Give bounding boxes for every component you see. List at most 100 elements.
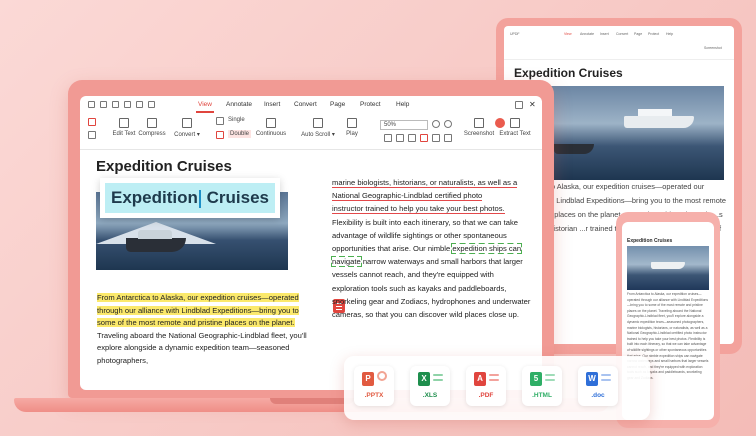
crop-icon[interactable] bbox=[432, 134, 440, 142]
format-label: .PPTX bbox=[364, 392, 384, 399]
text-cursor bbox=[198, 189, 201, 208]
format-pdf[interactable]: A .PDF bbox=[466, 366, 506, 406]
paragraph-rest: Traveling aboard the National Geographic… bbox=[97, 330, 307, 365]
zoom-out-icon[interactable] bbox=[432, 120, 440, 128]
single-page-icon bbox=[216, 117, 224, 125]
format-label: .XLS bbox=[422, 392, 438, 399]
tablet-menu-help[interactable]: Help bbox=[666, 32, 673, 36]
xls-line bbox=[433, 379, 443, 381]
underline-line-2: National Geographic-Lindblad certified p… bbox=[332, 191, 483, 202]
right-column-text[interactable]: marine biologists, historians, or natura… bbox=[330, 176, 532, 321]
menu-page[interactable]: Page bbox=[330, 101, 345, 108]
convert-icon bbox=[182, 118, 192, 128]
maximize-icon[interactable] bbox=[515, 101, 523, 109]
underline-line-1: marine biologists, historians, or natura… bbox=[332, 178, 518, 188]
tablet-menu-protect[interactable]: Protect bbox=[648, 32, 659, 36]
doc-icon: W bbox=[586, 372, 598, 386]
title-edit-box[interactable]: Expedition Cruises bbox=[105, 183, 275, 213]
laptop-screen: View Annotate Insert Convert Page Protec… bbox=[80, 96, 542, 390]
rotate-icon[interactable] bbox=[420, 134, 428, 142]
edit-text-icon bbox=[119, 118, 129, 128]
format-label: .doc bbox=[591, 392, 605, 399]
undo-icon[interactable] bbox=[136, 101, 143, 108]
highlight-line-3: some of the most remote and pristine pla… bbox=[97, 318, 295, 327]
tablet-menu-page[interactable]: Page bbox=[634, 32, 642, 36]
html-icon: 5 bbox=[530, 372, 542, 386]
convert-button[interactable]: Convert ▾ bbox=[170, 114, 204, 138]
play-icon bbox=[347, 118, 357, 128]
continuous-icon bbox=[266, 118, 276, 128]
pdf-line bbox=[489, 374, 499, 376]
screenshot-icon bbox=[474, 118, 484, 128]
zoom-select[interactable]: 50% bbox=[380, 120, 428, 130]
pptx-icon: P bbox=[362, 372, 374, 386]
present-icon[interactable] bbox=[444, 134, 452, 142]
menu-view[interactable]: View bbox=[196, 101, 214, 113]
menu-insert[interactable]: Insert bbox=[264, 101, 280, 108]
phone-doc-title: Expedition Cruises bbox=[627, 238, 673, 244]
fit-width-icon[interactable] bbox=[396, 134, 404, 142]
continuous-button[interactable]: Continuous bbox=[254, 114, 288, 137]
format-pptx[interactable]: P .PPTX bbox=[354, 366, 394, 406]
menu-help[interactable]: Help bbox=[396, 101, 409, 108]
html-line bbox=[545, 379, 555, 381]
quick-access-icons bbox=[88, 101, 155, 108]
laptop-notch bbox=[270, 398, 354, 404]
menu-annotate[interactable]: Annotate bbox=[226, 101, 252, 108]
edit-text-button[interactable]: Edit Text bbox=[112, 114, 136, 137]
screenshot-button[interactable]: Screenshot bbox=[462, 114, 496, 137]
format-xls[interactable]: X .XLS bbox=[410, 366, 450, 406]
tablet-menu-insert[interactable]: Insert bbox=[600, 32, 609, 36]
doc-line bbox=[601, 374, 611, 376]
pdf-line bbox=[489, 379, 499, 381]
compress-button[interactable]: Compress bbox=[138, 114, 166, 137]
print-icon[interactable] bbox=[112, 101, 119, 108]
select-cursor-icon[interactable] bbox=[88, 118, 96, 126]
tablet-menu-view[interactable]: View bbox=[564, 32, 572, 36]
play-button[interactable]: Play bbox=[342, 114, 362, 137]
auto-scroll-button[interactable]: Auto Scroll ▾ bbox=[298, 114, 338, 138]
menu-bar: View Annotate Insert Convert Page Protec… bbox=[80, 96, 542, 114]
tablet-menu-convert[interactable]: Convert bbox=[616, 32, 628, 36]
highlight-line-2: through our alliance with Lindblad Exped… bbox=[97, 305, 299, 315]
ribbon-toolbar: Edit Text Compress Convert ▾ Single Doub… bbox=[80, 114, 542, 150]
redo-icon[interactable] bbox=[148, 101, 155, 108]
tablet-app-title: UPDF bbox=[510, 32, 520, 36]
compress-icon bbox=[147, 118, 157, 128]
tablet-doc-title: Expedition Cruises bbox=[514, 66, 623, 80]
share-icon[interactable] bbox=[124, 101, 131, 108]
auto-scroll-icon bbox=[313, 118, 323, 128]
tablet-screenshot[interactable]: Screenshot bbox=[704, 46, 722, 50]
pdf-icon: A bbox=[474, 372, 486, 386]
actual-size-icon[interactable] bbox=[408, 134, 416, 142]
tablet-toolbar: UPDF View Annotate Insert Convert Page P… bbox=[504, 26, 734, 60]
doc-title: Expedition Cruises bbox=[96, 158, 232, 175]
format-doc[interactable]: W .doc bbox=[578, 366, 618, 406]
double-button[interactable]: Double bbox=[228, 130, 252, 138]
save-icon[interactable] bbox=[100, 101, 107, 108]
open-icon[interactable] bbox=[88, 101, 95, 108]
underline-line-3: instructor trained to help you take your… bbox=[332, 204, 505, 215]
menu-convert[interactable]: Convert bbox=[294, 101, 317, 108]
extract-text-icon bbox=[510, 118, 520, 128]
format-html[interactable]: 5 .HTML bbox=[522, 366, 562, 406]
zodiac-boat-shape bbox=[126, 230, 186, 252]
extract-text-button[interactable]: Extract Text bbox=[496, 114, 534, 137]
menu-protect[interactable]: Protect bbox=[360, 101, 381, 108]
doc-line bbox=[601, 379, 611, 381]
column-text-b: narrow waterways and small harbors that … bbox=[332, 257, 531, 320]
format-label: .PDF bbox=[478, 392, 494, 399]
hand-tool-icon[interactable] bbox=[88, 131, 96, 139]
zoom-in-icon[interactable] bbox=[444, 120, 452, 128]
pie-icon bbox=[377, 371, 387, 381]
close-icon[interactable]: ✕ bbox=[529, 101, 537, 109]
html-line bbox=[545, 374, 555, 376]
fit-page-icon[interactable] bbox=[384, 134, 392, 142]
tablet-menu-annotate[interactable]: Annotate bbox=[580, 32, 594, 36]
title-edit-overlay[interactable]: Expedition Cruises bbox=[100, 178, 280, 218]
highlight-line-1: From Antarctica to Alaska, our expeditio… bbox=[97, 293, 299, 302]
ship-shape bbox=[624, 109, 694, 128]
phone-ship-shape bbox=[651, 262, 685, 269]
single-button[interactable]: Single bbox=[228, 117, 245, 123]
highlighted-paragraph[interactable]: From Antarctica to Alaska, our expeditio… bbox=[97, 292, 317, 367]
